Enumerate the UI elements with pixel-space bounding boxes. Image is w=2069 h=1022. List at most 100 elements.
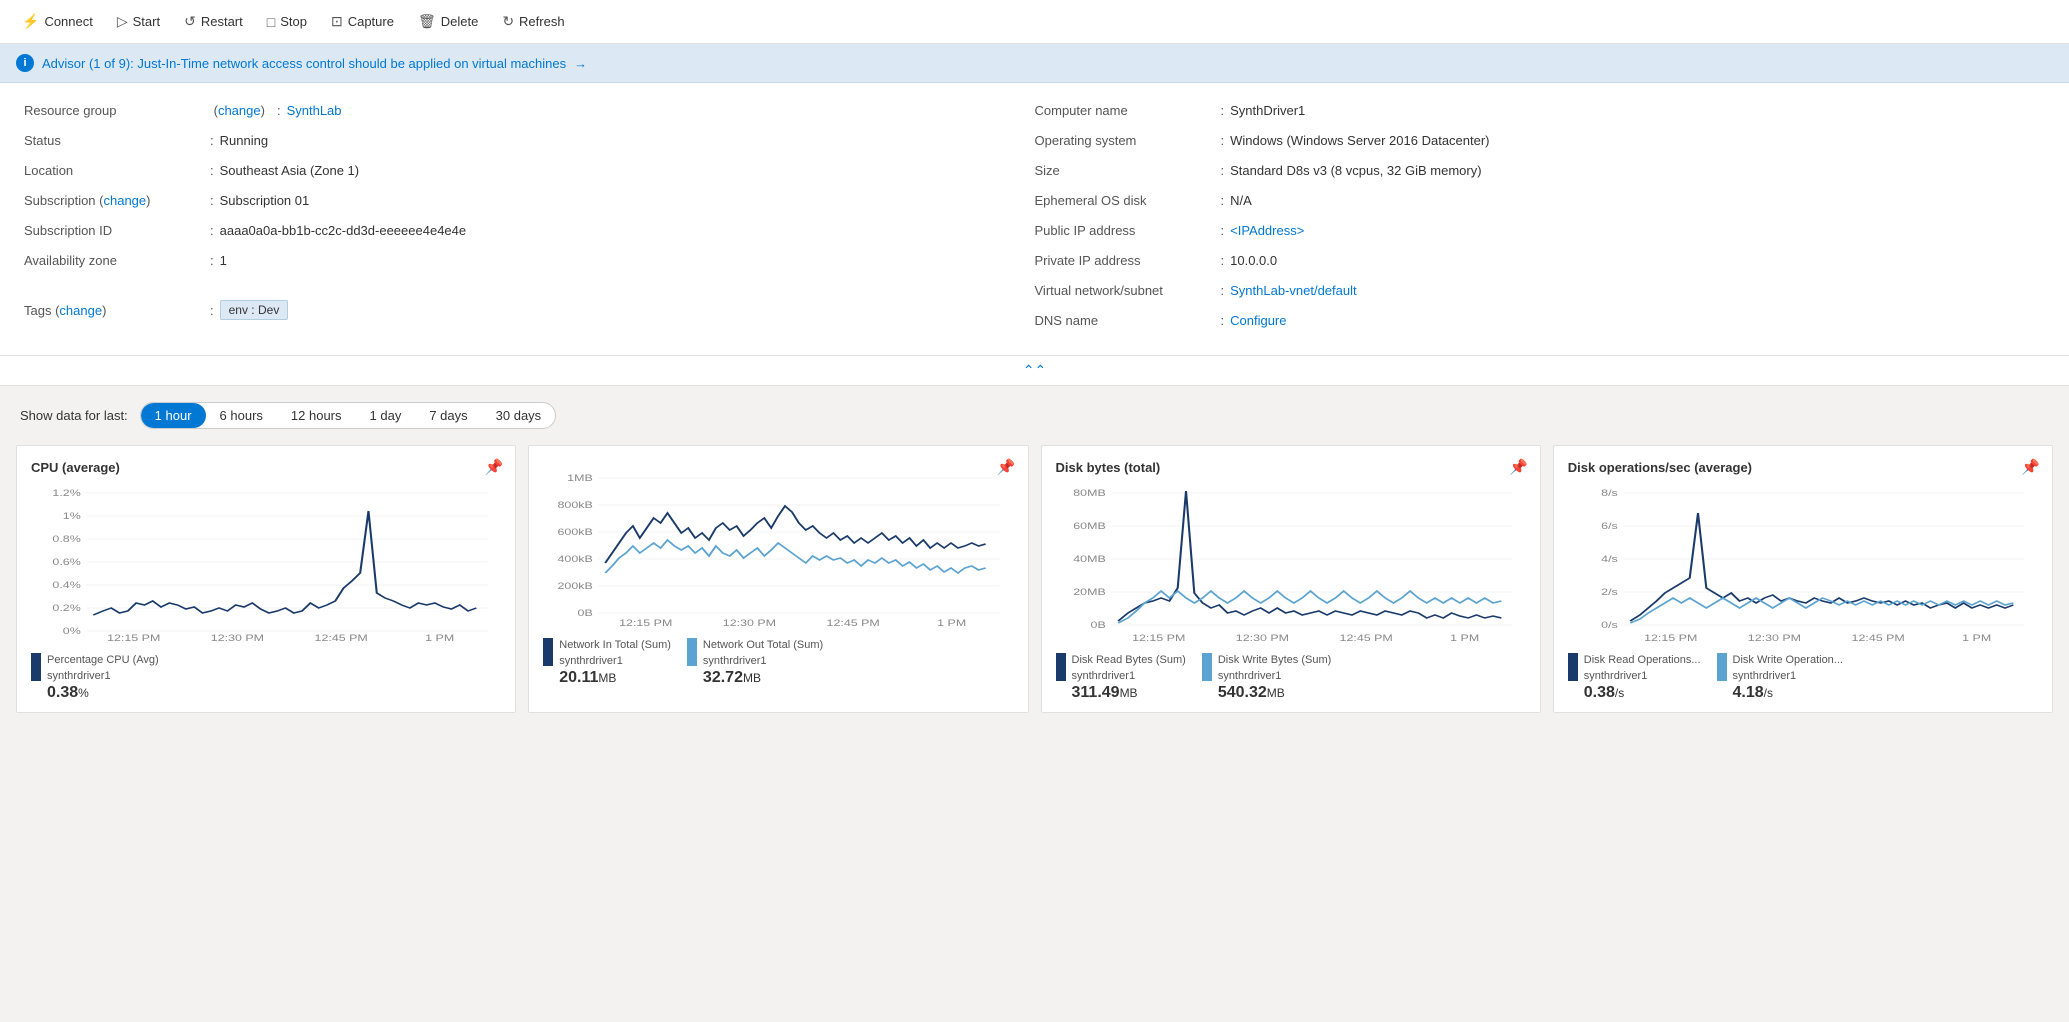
disk-bytes-pin-icon[interactable]: 📌 <box>1509 458 1528 476</box>
time-1hour-button[interactable]: 1 hour <box>141 403 206 428</box>
cpu-legend-color <box>31 653 41 681</box>
private-ip-row: Private IP address : 10.0.0.0 <box>1035 253 2046 275</box>
network-out-legend-color <box>687 638 697 666</box>
network-in-legend-color <box>543 638 553 666</box>
svg-text:800kB: 800kB <box>558 501 593 511</box>
charts-section: Show data for last: 1 hour 6 hours 12 ho… <box>0 386 2069 737</box>
restart-button[interactable]: ↺ Restart <box>174 7 253 36</box>
svg-text:12:15 PM: 12:15 PM <box>107 634 160 643</box>
network-in-legend-item: Network In Total (Sum) synthrdriver1 20.… <box>543 636 671 687</box>
delete-icon: 🗑 <box>418 13 436 30</box>
disk-write-ops-legend-color <box>1717 653 1727 681</box>
start-icon: ▷ <box>117 13 128 30</box>
info-icon: i <box>16 54 34 72</box>
cpu-legend-item: Percentage CPU (Avg) synthrdriver1 0.38% <box>31 651 159 702</box>
disk-read-bytes-legend-item: Disk Read Bytes (Sum) synthrdriver1 311.… <box>1056 651 1186 702</box>
info-left-col: Resource group (change) : SynthLab Statu… <box>24 103 1035 335</box>
time-12hours-button[interactable]: 12 hours <box>277 403 356 428</box>
disk-bytes-chart-title: Disk bytes (total) <box>1056 460 1526 475</box>
restart-icon: ↺ <box>184 13 196 30</box>
network-chart-area: 1MB 800kB 600kB 400kB 200kB 0B 12:15 PM … <box>543 468 1013 628</box>
time-6hours-button[interactable]: 6 hours <box>206 403 277 428</box>
cpu-chart-area: 1.2% 1% 0.8% 0.6% 0.4% 0.2% 0% 12:15 PM … <box>31 483 501 643</box>
advisor-banner: i Advisor (1 of 9): Just-In-Time network… <box>0 44 2069 83</box>
svg-text:2/s: 2/s <box>1601 588 1618 598</box>
computer-name-row: Computer name : SynthDriver1 <box>1035 103 2046 125</box>
public-ip-link[interactable]: <IPAddress> <box>1230 223 1304 238</box>
resource-group-change-link[interactable]: change <box>218 103 261 118</box>
svg-text:8/s: 8/s <box>1601 489 1618 499</box>
tags-change-link[interactable]: change <box>59 303 102 318</box>
connect-button[interactable]: ⚡ Connect <box>12 7 103 36</box>
svg-text:20MB: 20MB <box>1073 588 1106 598</box>
vm-info-section: Resource group (change) : SynthLab Statu… <box>0 83 2069 356</box>
disk-bytes-chart-card: Disk bytes (total) 📌 80MB 60MB 40MB 20MB… <box>1041 445 1541 713</box>
vnet-link[interactable]: SynthLab-vnet/default <box>1230 283 1356 298</box>
disk-read-ops-legend-color <box>1568 653 1578 681</box>
start-button[interactable]: ▷ Start <box>107 7 170 36</box>
svg-text:4/s: 4/s <box>1601 555 1618 565</box>
disk-write-ops-legend-item: Disk Write Operation... synthrdriver1 4.… <box>1717 651 1843 702</box>
capture-icon: ⊡ <box>331 13 343 30</box>
svg-text:80MB: 80MB <box>1073 489 1106 499</box>
dns-row: DNS name : Configure <box>1035 313 2046 335</box>
stop-icon: □ <box>267 14 275 30</box>
status-row: Status : Running <box>24 133 1035 155</box>
network-out-legend-item: Network Out Total (Sum) synthrdriver1 32… <box>687 636 823 687</box>
vnet-row: Virtual network/subnet : SynthLab-vnet/d… <box>1035 283 2046 305</box>
svg-text:60MB: 60MB <box>1073 522 1106 532</box>
resource-group-value[interactable]: SynthLab <box>287 103 342 118</box>
subscription-change-link[interactable]: change <box>103 193 146 208</box>
tag-badge: env : Dev <box>220 300 289 320</box>
network-chart-card: 📌 1MB 800kB 600kB 400kB 200kB <box>528 445 1028 713</box>
cpu-chart-card: CPU (average) 📌 1.2% 1% <box>16 445 516 713</box>
svg-text:200kB: 200kB <box>558 582 593 592</box>
svg-text:0.2%: 0.2% <box>52 604 81 614</box>
collapse-chevron-icon: ⌃⌃ <box>1023 362 1046 379</box>
delete-button[interactable]: 🗑 Delete <box>408 7 488 36</box>
svg-text:0.4%: 0.4% <box>52 581 81 591</box>
advisor-link[interactable]: → <box>574 56 587 71</box>
collapse-bar[interactable]: ⌃⌃ <box>0 356 2069 386</box>
subscription-id-row: Subscription ID : aaaa0a0a-bb1b-cc2c-dd3… <box>24 223 1035 245</box>
time-filter: 1 hour 6 hours 12 hours 1 day 7 days 30 … <box>140 402 557 429</box>
svg-text:1 PM: 1 PM <box>1962 634 1991 643</box>
public-ip-row: Public IP address : <IPAddress> <box>1035 223 2046 245</box>
svg-text:600kB: 600kB <box>558 528 593 538</box>
cpu-legend-text: Percentage CPU (Avg) synthrdriver1 0.38% <box>47 651 159 702</box>
svg-text:12:15 PM: 12:15 PM <box>619 619 672 628</box>
ephemeral-row: Ephemeral OS disk : N/A <box>1035 193 2046 215</box>
svg-text:12:45 PM: 12:45 PM <box>315 634 368 643</box>
time-7days-button[interactable]: 7 days <box>415 403 481 428</box>
disk-read-bytes-legend-color <box>1056 653 1066 681</box>
svg-text:12:15 PM: 12:15 PM <box>1644 634 1697 643</box>
disk-read-ops-legend-item: Disk Read Operations... synthrdriver1 0.… <box>1568 651 1701 702</box>
svg-text:12:30 PM: 12:30 PM <box>723 619 776 628</box>
connect-icon: ⚡ <box>22 13 39 30</box>
disk-ops-pin-icon[interactable]: 📌 <box>2021 458 2040 476</box>
stop-button[interactable]: □ Stop <box>257 8 317 36</box>
disk-bytes-chart-area: 80MB 60MB 40MB 20MB 0B 12:15 PM 12:30 PM… <box>1056 483 1526 643</box>
svg-text:0B: 0B <box>578 609 593 619</box>
svg-text:12:45 PM: 12:45 PM <box>1339 634 1392 643</box>
tags-row: Tags (change) : env : Dev <box>24 299 1035 321</box>
disk-bytes-chart-legend: Disk Read Bytes (Sum) synthrdriver1 311.… <box>1056 651 1526 702</box>
capture-button[interactable]: ⊡ Capture <box>321 7 404 36</box>
svg-text:1 PM: 1 PM <box>425 634 454 643</box>
cpu-pin-icon[interactable]: 📌 <box>485 458 504 476</box>
disk-write-bytes-legend-color <box>1202 653 1212 681</box>
svg-text:1 PM: 1 PM <box>937 619 966 628</box>
svg-text:12:45 PM: 12:45 PM <box>1851 634 1904 643</box>
time-1day-button[interactable]: 1 day <box>356 403 416 428</box>
svg-text:0.8%: 0.8% <box>52 535 81 545</box>
cpu-chart-title: CPU (average) <box>31 460 501 475</box>
svg-text:1.2%: 1.2% <box>52 489 81 499</box>
subscription-row: Subscription (change) : Subscription 01 <box>24 193 1035 215</box>
svg-text:12:30 PM: 12:30 PM <box>1748 634 1801 643</box>
refresh-button[interactable]: ↻ Refresh <box>492 7 574 36</box>
svg-text:1%: 1% <box>63 512 81 522</box>
svg-text:12:30 PM: 12:30 PM <box>1235 634 1288 643</box>
charts-grid: CPU (average) 📌 1.2% 1% <box>16 445 2053 713</box>
dns-link[interactable]: Configure <box>1230 313 1286 328</box>
time-30days-button[interactable]: 30 days <box>482 403 556 428</box>
